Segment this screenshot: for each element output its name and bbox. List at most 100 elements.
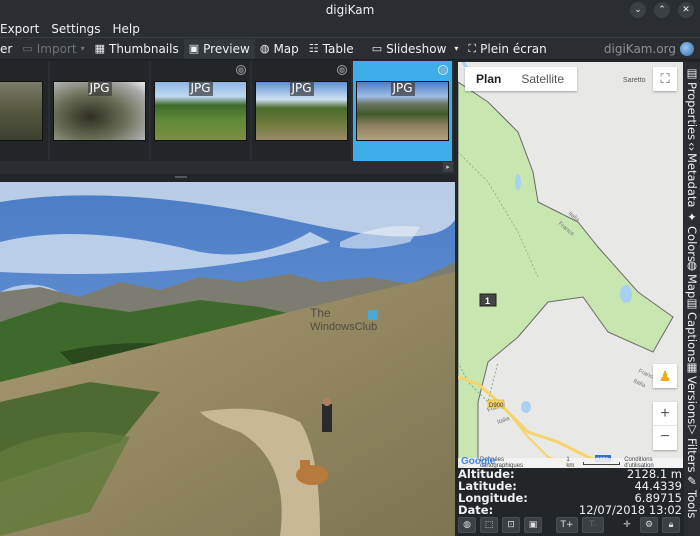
zoom-to-selection-button[interactable]: ⊡ [502, 517, 520, 533]
menu-help[interactable]: Help [113, 20, 140, 37]
main-toolbar: er ▭ Import ▾ ▦ Thumbnails ▣ Preview ◍ Map ☷ T… [0, 38, 700, 60]
sidebar-tab-filters[interactable]: ▽ Filters [684, 422, 700, 472]
table-label: Table [322, 41, 354, 56]
format-badge: JPG [188, 81, 213, 96]
versions-icon: ▦ [685, 360, 699, 374]
maximize-button[interactable]: ⌃ [654, 2, 670, 18]
fullscreen-icon: ⛶ [660, 71, 670, 86]
sidebar-tab-map[interactable]: ◍ Map [684, 258, 700, 298]
digikam-link[interactable]: digiKam.org [604, 41, 700, 56]
format-badge: JPG [87, 81, 112, 96]
minimize-button[interactable]: ⌄ [630, 2, 646, 18]
sidebar-tab-label: Colors [685, 226, 699, 263]
sidebar-tab-label: Versions [685, 376, 699, 425]
sidebar-tab-tools[interactable]: ✎ Tools [684, 474, 700, 518]
crosshair-icon: ✛ [623, 520, 631, 530]
map-canvas: Saretto Italia France France Italia Fran… [458, 62, 683, 468]
map-label-town: Saretto [623, 77, 646, 84]
map-button[interactable]: ◍ Map [255, 39, 304, 59]
map-type-plan[interactable]: Plan [465, 72, 511, 86]
sidebar-tab-properties[interactable]: ▤ Properties [684, 66, 700, 140]
thumbnail-image [0, 81, 43, 141]
sidebar-tab-versions[interactable]: ▦ Versions [684, 360, 700, 424]
map-backend-button[interactable]: ◍ [458, 517, 476, 533]
globe-icon: ◍ [685, 258, 699, 272]
sidebar-tab-captions[interactable]: ▤ Captions [684, 296, 700, 362]
sidebar-tab-label: Tools [685, 490, 699, 519]
select-region-button[interactable]: ⬚ [480, 517, 498, 533]
increase-thumb-button[interactable]: T+ [556, 517, 578, 533]
grip-icon [175, 176, 187, 178]
map-label: Map [273, 41, 299, 56]
road-label: D900 [489, 403, 504, 409]
map-fullscreen-button[interactable]: ⛶ [653, 67, 677, 91]
filmstrip: JPG ◍ JPG ◍ JPG ◍ JPG [0, 61, 455, 161]
map-type-toggle: Plan Satellite [465, 67, 577, 91]
gps-key: Date: [458, 503, 494, 517]
map-type-satellite[interactable]: Satellite [511, 72, 564, 86]
zoom-out-button[interactable]: − [653, 426, 677, 450]
fullscreen-icon: ⛶ [468, 41, 477, 55]
geotag-icon: ◍ [236, 65, 246, 75]
slideshow-icon: ▭ [371, 42, 383, 55]
geotag-icon: ◍ [438, 65, 448, 75]
colors-icon: ✦ [685, 210, 699, 224]
filmstrip-thumb[interactable]: ◍ JPG [151, 61, 252, 161]
filmstrip-thumb[interactable]: JPG [50, 61, 151, 161]
import-label: Import [36, 41, 77, 56]
filmstrip-thumb[interactable]: ◍ JPG [252, 61, 353, 161]
sidebar-tab-label: Captions [685, 312, 699, 363]
sidebar-tab-label: Filters [685, 438, 699, 473]
image-preview[interactable]: The WindowsClub [0, 182, 455, 536]
show-thumbnails-button[interactable]: ▣ [524, 517, 542, 533]
properties-icon: ▤ [685, 66, 699, 80]
street-view-button[interactable]: ♟ [653, 364, 677, 388]
sidebar-tab-colors[interactable]: ✦ Colors [684, 210, 700, 262]
geotag-icon: ◍ [337, 65, 347, 75]
toolbar-partial-button[interactable]: er [0, 39, 17, 59]
splitter-handle[interactable] [0, 174, 455, 182]
select-region-icon: ⬚ [484, 520, 494, 530]
zoom-fit-button[interactable]: ⚙ [640, 517, 658, 533]
thumbnails-button[interactable]: ▦ Thumbnails [90, 39, 184, 59]
thumbnails-label: Thumbnails [108, 41, 179, 56]
map-toolbar: ◍ ⬚ ⊡ ▣ T+ T- ✛ ⚙ 🔒︎ [458, 516, 684, 534]
table-button[interactable]: ☷ Table [304, 39, 359, 59]
slideshow-button[interactable]: ▭ Slideshow ▾ [367, 39, 464, 59]
scale-bar [582, 461, 621, 465]
title-bar: digiKam ⌄ ⌃ ✕ [0, 0, 700, 20]
filmstrip-thumb[interactable] [0, 61, 50, 161]
sidebar-tab-metadata[interactable]: ‹› Metadata [684, 142, 700, 208]
preview-button[interactable]: ▣ Preview [183, 38, 255, 59]
image-icon: ▣ [528, 520, 538, 530]
menu-settings[interactable]: Settings [51, 20, 100, 37]
gps-value: 12/07/2018 13:02 [578, 503, 682, 517]
photo-marker-count: 1 [485, 296, 490, 306]
map-view[interactable]: Saretto Italia France France Italia Fran… [458, 62, 683, 468]
filmstrip-thumb-selected[interactable]: ◍ JPG [353, 61, 454, 161]
filmstrip-scrollbar[interactable]: ▸ [0, 161, 455, 174]
chevron-down-icon: ▾ [80, 44, 85, 53]
import-button[interactable]: ▭ Import ▾ [17, 39, 89, 59]
menu-export[interactable]: Export [0, 20, 39, 37]
sidebar-tab-label: Properties [685, 82, 699, 141]
close-button[interactable]: ✕ [678, 2, 694, 18]
thumbnails-icon: ▦ [94, 42, 105, 55]
format-badge: JPG [289, 81, 314, 96]
fullscreen-button[interactable]: ⛶ Plein écran [463, 39, 551, 59]
pencil-icon: ✎ [685, 474, 699, 488]
fullscreen-label: Plein écran [480, 41, 547, 56]
scroll-right-icon[interactable]: ▸ [443, 162, 453, 172]
table-icon: ☷ [308, 42, 319, 55]
preview-icon: ▣ [188, 42, 200, 55]
decrease-thumb-button[interactable]: T- [582, 517, 604, 533]
lock-button[interactable]: 🔒︎ [662, 517, 680, 533]
format-badge: JPG [390, 81, 415, 96]
preview-label: Preview [203, 41, 250, 56]
center-button[interactable]: ✛ [618, 517, 636, 533]
watermark-logo-icon [368, 310, 378, 320]
code-icon: ‹› [685, 142, 699, 152]
right-sidebar: ▤ Properties ‹› Metadata ✦ Colors ◍ Map ▤ Cap… [684, 62, 700, 536]
zoom-in-button[interactable]: + [653, 402, 677, 426]
preview-photo: The WindowsClub [0, 182, 455, 536]
